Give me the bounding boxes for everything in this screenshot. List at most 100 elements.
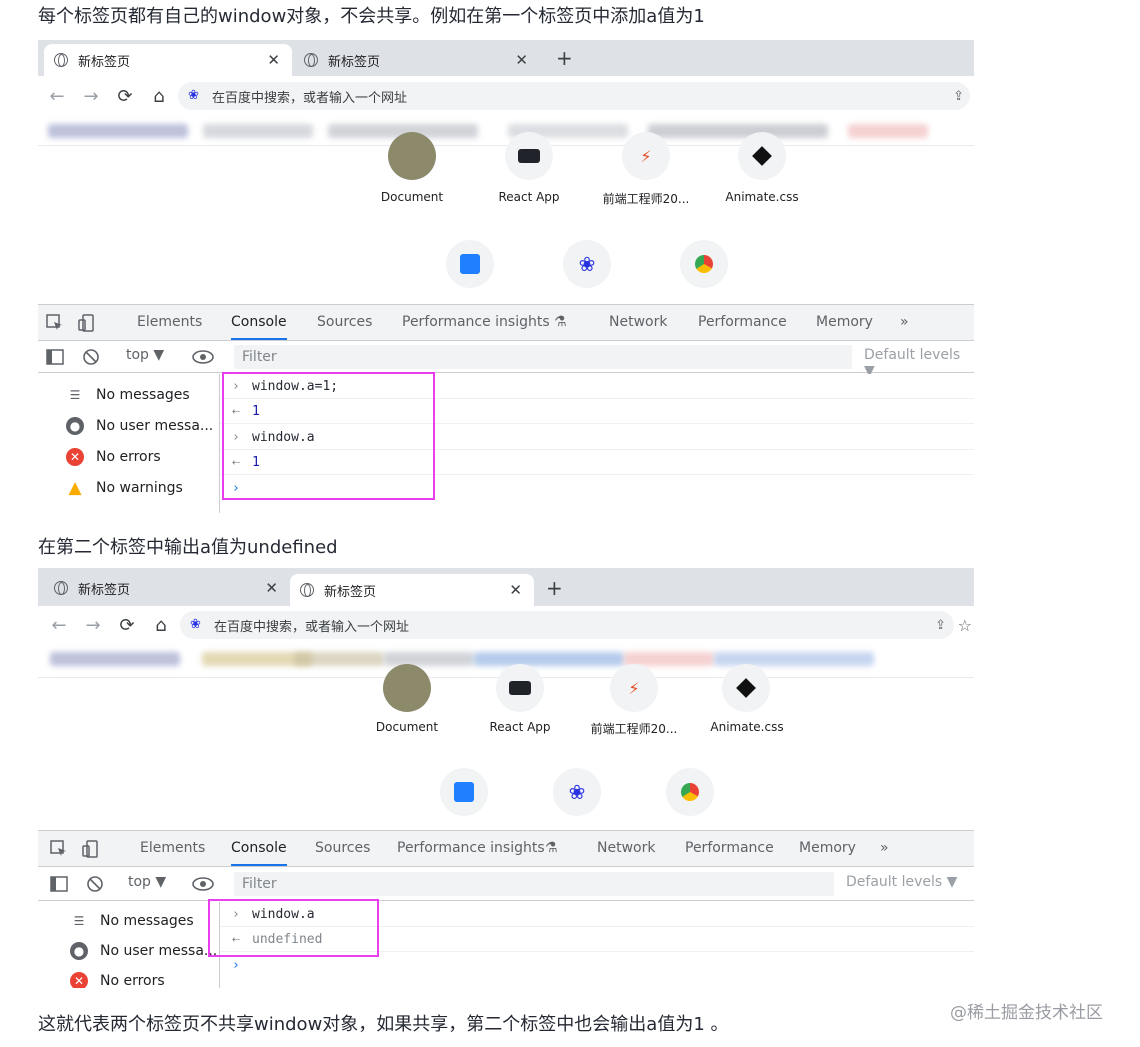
new-tab-page: ⚡ Document React App 前端工程师20... Animate.… bbox=[38, 132, 974, 304]
baidu-shortcut-icon[interactable]: ❀ bbox=[553, 768, 601, 816]
shortcut-icon[interactable] bbox=[505, 132, 553, 180]
shortcut-icon[interactable]: ⚡ bbox=[622, 132, 670, 180]
devtools-tab-console[interactable]: Console bbox=[231, 305, 287, 340]
console-input-text: window.a bbox=[252, 906, 315, 922]
sidebar-item-messages[interactable]: ☰ No messages bbox=[66, 384, 190, 406]
tab-new-tab-1[interactable]: 新标签页 ✕ bbox=[44, 44, 292, 76]
device-toolbar-icon[interactable] bbox=[78, 314, 96, 332]
devtools-tab-performance[interactable]: Performance bbox=[698, 305, 787, 340]
star-icon[interactable]: ☆ bbox=[958, 616, 972, 635]
omnibox[interactable]: ❀ 在百度中搜索，或者输入一个网址 ⇪ bbox=[178, 82, 970, 110]
clear-console-icon[interactable] bbox=[82, 348, 100, 366]
console-filter-input[interactable]: Filter bbox=[234, 872, 834, 896]
device-toolbar-icon[interactable] bbox=[82, 840, 100, 858]
tab-new-tab-1[interactable]: 新标签页 ✕ bbox=[44, 572, 290, 604]
shortcut-label[interactable]: 前端工程师20... bbox=[579, 720, 689, 737]
close-tab-icon[interactable]: ✕ bbox=[509, 581, 522, 599]
shortcut-label[interactable]: React App bbox=[465, 720, 575, 734]
sidebar-item-label: No errors bbox=[100, 973, 165, 988]
browser-screenshot-second-tab: 新标签页 ✕ 新标签页 ✕ + ← → ⟳ ⌂ ❀ 在百度中搜索，或者输入一个网… bbox=[38, 568, 974, 988]
devtools-tab-performance[interactable]: Performance bbox=[685, 831, 774, 866]
list-icon: ☰ bbox=[73, 914, 85, 928]
reload-icon[interactable]: ⟳ bbox=[108, 86, 142, 107]
close-tab-icon[interactable]: ✕ bbox=[267, 51, 280, 69]
devtools-tab-sources[interactable]: Sources bbox=[315, 831, 370, 866]
sidebar-item-user-messages[interactable]: ● No user messa... bbox=[66, 415, 213, 437]
home-icon[interactable]: ⌂ bbox=[142, 86, 176, 107]
inspect-element-icon[interactable] bbox=[46, 314, 64, 332]
more-tabs-icon[interactable]: » bbox=[900, 305, 909, 340]
devtools-tab-console[interactable]: Console bbox=[231, 831, 287, 866]
devtools-tab-network[interactable]: Network bbox=[597, 831, 655, 866]
console-filter-bar: top ▼ Filter Default levels ▼ bbox=[38, 867, 974, 901]
sidebar-item-user-messages[interactable]: ● No user messa... bbox=[70, 940, 217, 962]
baidu-shortcut-icon[interactable]: ❀ bbox=[563, 240, 611, 288]
new-tab-icon[interactable]: + bbox=[546, 576, 563, 600]
context-selector[interactable]: top ▼ bbox=[126, 347, 164, 363]
juejin-shortcut-icon[interactable] bbox=[440, 768, 488, 816]
shortcut-label[interactable]: Animate.css bbox=[707, 190, 817, 204]
eye-icon[interactable] bbox=[192, 348, 214, 366]
devtools-tab-performance-insights[interactable]: Performance insights bbox=[402, 305, 550, 340]
shortcut-icon[interactable] bbox=[496, 664, 544, 712]
close-tab-icon[interactable]: ✕ bbox=[515, 51, 528, 69]
shortcut-label[interactable]: 前端工程师20... bbox=[591, 190, 701, 207]
eye-icon[interactable] bbox=[192, 875, 214, 893]
back-icon[interactable]: ← bbox=[40, 86, 74, 107]
sidebar-item-errors[interactable]: ✕ No errors bbox=[70, 970, 165, 988]
devtools-panel: Elements Console Sources Performance ins… bbox=[38, 304, 974, 513]
sidebar-item-warnings[interactable]: ▲ No warnings bbox=[66, 477, 183, 499]
error-icon: ✕ bbox=[66, 448, 84, 466]
sidebar-item-messages[interactable]: ☰ No messages bbox=[70, 910, 194, 932]
sidebar-toggle-icon[interactable] bbox=[46, 348, 64, 366]
home-icon[interactable]: ⌂ bbox=[144, 615, 178, 636]
second-paragraph: 在第二个标签中输出a值为undefined bbox=[38, 537, 338, 558]
chrome-shortcut-icon[interactable] bbox=[680, 240, 728, 288]
shortcut-icon[interactable] bbox=[388, 132, 436, 180]
close-tab-icon[interactable]: ✕ bbox=[265, 579, 278, 597]
forward-icon[interactable]: → bbox=[76, 615, 110, 636]
sidebar-item-label: No warnings bbox=[96, 480, 183, 496]
console-prompt[interactable]: › bbox=[220, 476, 974, 501]
juejin-shortcut-icon[interactable] bbox=[446, 240, 494, 288]
sidebar-item-label: No messages bbox=[100, 913, 194, 929]
shortcut-label[interactable]: React App bbox=[474, 190, 584, 204]
inspect-element-icon[interactable] bbox=[50, 840, 68, 858]
tab-new-tab-2[interactable]: 新标签页 ✕ bbox=[294, 44, 540, 76]
default-levels-dropdown[interactable]: Default levels ▼ bbox=[846, 874, 957, 890]
shortcut-label[interactable]: Document bbox=[357, 190, 467, 204]
console-input-row: › window.a bbox=[220, 425, 974, 450]
clear-console-icon[interactable] bbox=[86, 875, 104, 893]
console-prompt[interactable]: › bbox=[220, 953, 974, 978]
new-tab-icon[interactable]: + bbox=[556, 46, 573, 70]
chrome-shortcut-icon[interactable] bbox=[666, 768, 714, 816]
back-icon[interactable]: ← bbox=[42, 615, 76, 636]
devtools-tab-sources[interactable]: Sources bbox=[317, 305, 372, 340]
shortcut-icon[interactable]: ⚡ bbox=[610, 664, 658, 712]
devtools-tab-memory[interactable]: Memory bbox=[799, 831, 856, 866]
devtools-tab-performance-insights[interactable]: Performance insights bbox=[397, 831, 545, 866]
devtools-tab-memory[interactable]: Memory bbox=[816, 305, 873, 340]
more-tabs-icon[interactable]: » bbox=[880, 831, 889, 866]
omnibox[interactable]: ❀ 在百度中搜索，或者输入一个网址 ⇪ bbox=[180, 611, 954, 639]
reload-icon[interactable]: ⟳ bbox=[110, 615, 144, 636]
forward-icon[interactable]: → bbox=[74, 86, 108, 107]
share-icon[interactable]: ⇪ bbox=[935, 618, 946, 633]
conclusion-paragraph: 这就代表两个标签页不共享window对象，如果共享，第二个标签中也会输出a值为1… bbox=[38, 1014, 729, 1035]
output-arrow-icon: ⇠ bbox=[232, 454, 240, 470]
tab-title: 新标签页 bbox=[78, 54, 131, 70]
shortcut-icon[interactable] bbox=[738, 132, 786, 180]
sidebar-toggle-icon[interactable] bbox=[50, 875, 68, 893]
console-filter-input[interactable]: Filter bbox=[234, 345, 852, 369]
devtools-tab-elements[interactable]: Elements bbox=[140, 831, 205, 866]
shortcut-icon[interactable] bbox=[383, 664, 431, 712]
devtools-tab-network[interactable]: Network bbox=[609, 305, 667, 340]
shortcut-label[interactable]: Animate.css bbox=[692, 720, 802, 734]
tab-new-tab-2[interactable]: 新标签页 ✕ bbox=[290, 574, 534, 606]
context-selector[interactable]: top ▼ bbox=[128, 874, 166, 890]
shortcut-label[interactable]: Document bbox=[352, 720, 462, 734]
sidebar-item-errors[interactable]: ✕ No errors bbox=[66, 446, 161, 468]
share-icon[interactable]: ⇪ bbox=[953, 89, 964, 104]
devtools-tab-elements[interactable]: Elements bbox=[137, 305, 202, 340]
shortcut-icon[interactable] bbox=[722, 664, 770, 712]
